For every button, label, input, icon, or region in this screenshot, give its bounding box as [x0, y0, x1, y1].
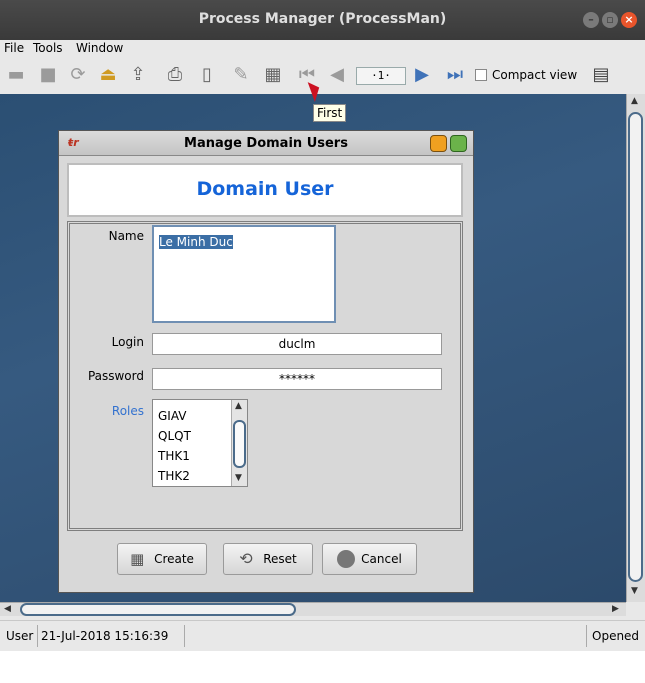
export-icon[interactable]: ⇪: [127, 64, 149, 86]
main-window: Process Manager (ProcessMan) – ▫ × File …: [0, 0, 645, 651]
roles-list[interactable]: GIAV QLQT THK1 THK2 ▲ ▼: [152, 399, 248, 487]
list-item[interactable]: THK2: [158, 466, 191, 486]
compact-view-checkbox[interactable]: [475, 69, 487, 81]
scroll-up-icon[interactable]: ▲: [631, 96, 638, 106]
menu-window[interactable]: Window: [76, 41, 123, 55]
dialog-title: Manage Domain Users: [184, 136, 348, 151]
back-icon[interactable]: ▬: [5, 64, 27, 86]
cancel-label: Cancel: [361, 552, 402, 566]
cancel-button[interactable]: Cancel: [322, 543, 417, 575]
roles-scroll-thumb[interactable]: [233, 420, 246, 468]
manage-domain-users-dialog: ŧr Manage Domain Users Domain User Name …: [58, 130, 474, 593]
scroll-view-icon[interactable]: ▤: [590, 64, 612, 86]
compact-view-label: Compact view: [492, 68, 578, 82]
list-item[interactable]: THK1: [158, 446, 191, 466]
window-controls: – ▫ ×: [583, 12, 637, 28]
previous-icon[interactable]: ◀: [326, 64, 348, 86]
new-document-icon[interactable]: ▯: [196, 64, 218, 86]
scroll-down-icon[interactable]: ▼: [631, 586, 638, 596]
status-bar: User 21-Jul-2018 15:16:39 Opened: [0, 620, 645, 651]
name-label: Name: [108, 229, 144, 243]
form-panel: Name Le Minh Duc Login duclm Password **…: [67, 221, 463, 531]
last-icon[interactable]: ⏭: [444, 64, 466, 86]
menu-file[interactable]: File: [4, 41, 24, 55]
roles-label: Roles: [111, 404, 144, 418]
next-icon[interactable]: ▶: [411, 64, 433, 86]
list-scroll-down-icon[interactable]: ▼: [235, 473, 242, 483]
status-timestamp: 21-Jul-2018 15:16:39: [41, 629, 169, 643]
compact-view-toggle[interactable]: Compact view: [475, 68, 577, 82]
page-indicator[interactable]: ·1·: [356, 67, 406, 85]
refresh-icon[interactable]: ⟳: [67, 64, 89, 86]
name-field[interactable]: Le Minh Duc: [152, 225, 336, 323]
close-button[interactable]: ×: [621, 12, 637, 28]
dialog-maximize-button[interactable]: [450, 135, 467, 152]
password-field[interactable]: ******: [152, 368, 442, 390]
title-bar: Process Manager (ProcessMan) – ▫ ×: [0, 0, 645, 40]
status-state: Opened: [592, 629, 640, 643]
status-divider: [586, 625, 587, 647]
form-heading: Domain User: [196, 178, 334, 200]
create-label: Create: [154, 552, 194, 566]
login-field[interactable]: duclm: [152, 333, 442, 355]
header-panel: Domain User: [67, 163, 463, 217]
status-user: User: [6, 629, 34, 643]
reset-button[interactable]: ⟲ Reset: [223, 543, 313, 575]
cancel-icon: [337, 550, 356, 568]
copy-icon[interactable]: ■: [37, 64, 59, 86]
login-label: Login: [111, 335, 144, 349]
create-table-icon: ▦: [130, 550, 145, 568]
status-divider: [184, 625, 185, 647]
name-value: Le Minh Duc: [159, 235, 233, 249]
roles-scrollbar[interactable]: ▲ ▼: [231, 400, 247, 486]
list-scroll-up-icon[interactable]: ▲: [235, 401, 242, 411]
scroll-left-icon[interactable]: ◀: [4, 604, 11, 614]
list-item[interactable]: GIAV: [158, 406, 191, 426]
vertical-scroll-thumb[interactable]: [628, 112, 643, 582]
window-title: Process Manager (ProcessMan): [198, 11, 447, 27]
reset-icon: ⟲: [239, 549, 253, 568]
menu-bar: File Tools Window: [0, 40, 645, 58]
horizontal-scroll-thumb[interactable]: [20, 603, 296, 616]
scroll-right-icon[interactable]: ▶: [612, 604, 619, 614]
status-divider: [37, 625, 38, 647]
menu-tools[interactable]: Tools: [33, 41, 63, 55]
dialog-title-bar[interactable]: ŧr Manage Domain Users: [59, 131, 473, 156]
print-icon[interactable]: ⎙: [164, 64, 186, 86]
minimize-button[interactable]: –: [583, 12, 599, 28]
edit-icon[interactable]: ✎: [230, 64, 252, 86]
maximize-button[interactable]: ▫: [602, 12, 618, 28]
vertical-scrollbar[interactable]: ▲ ▼: [626, 94, 645, 602]
reset-label: Reset: [263, 552, 297, 566]
list-item[interactable]: QLQT: [158, 426, 191, 446]
password-label: Password: [87, 369, 144, 383]
upload-icon[interactable]: ⏏: [97, 64, 119, 86]
horizontal-scrollbar[interactable]: ◀ ▶: [0, 602, 626, 616]
table-icon[interactable]: ▦: [262, 64, 284, 86]
tooltip: First: [313, 104, 347, 122]
create-button[interactable]: ▦ Create: [117, 543, 207, 575]
dialog-minimize-button[interactable]: [430, 135, 447, 152]
